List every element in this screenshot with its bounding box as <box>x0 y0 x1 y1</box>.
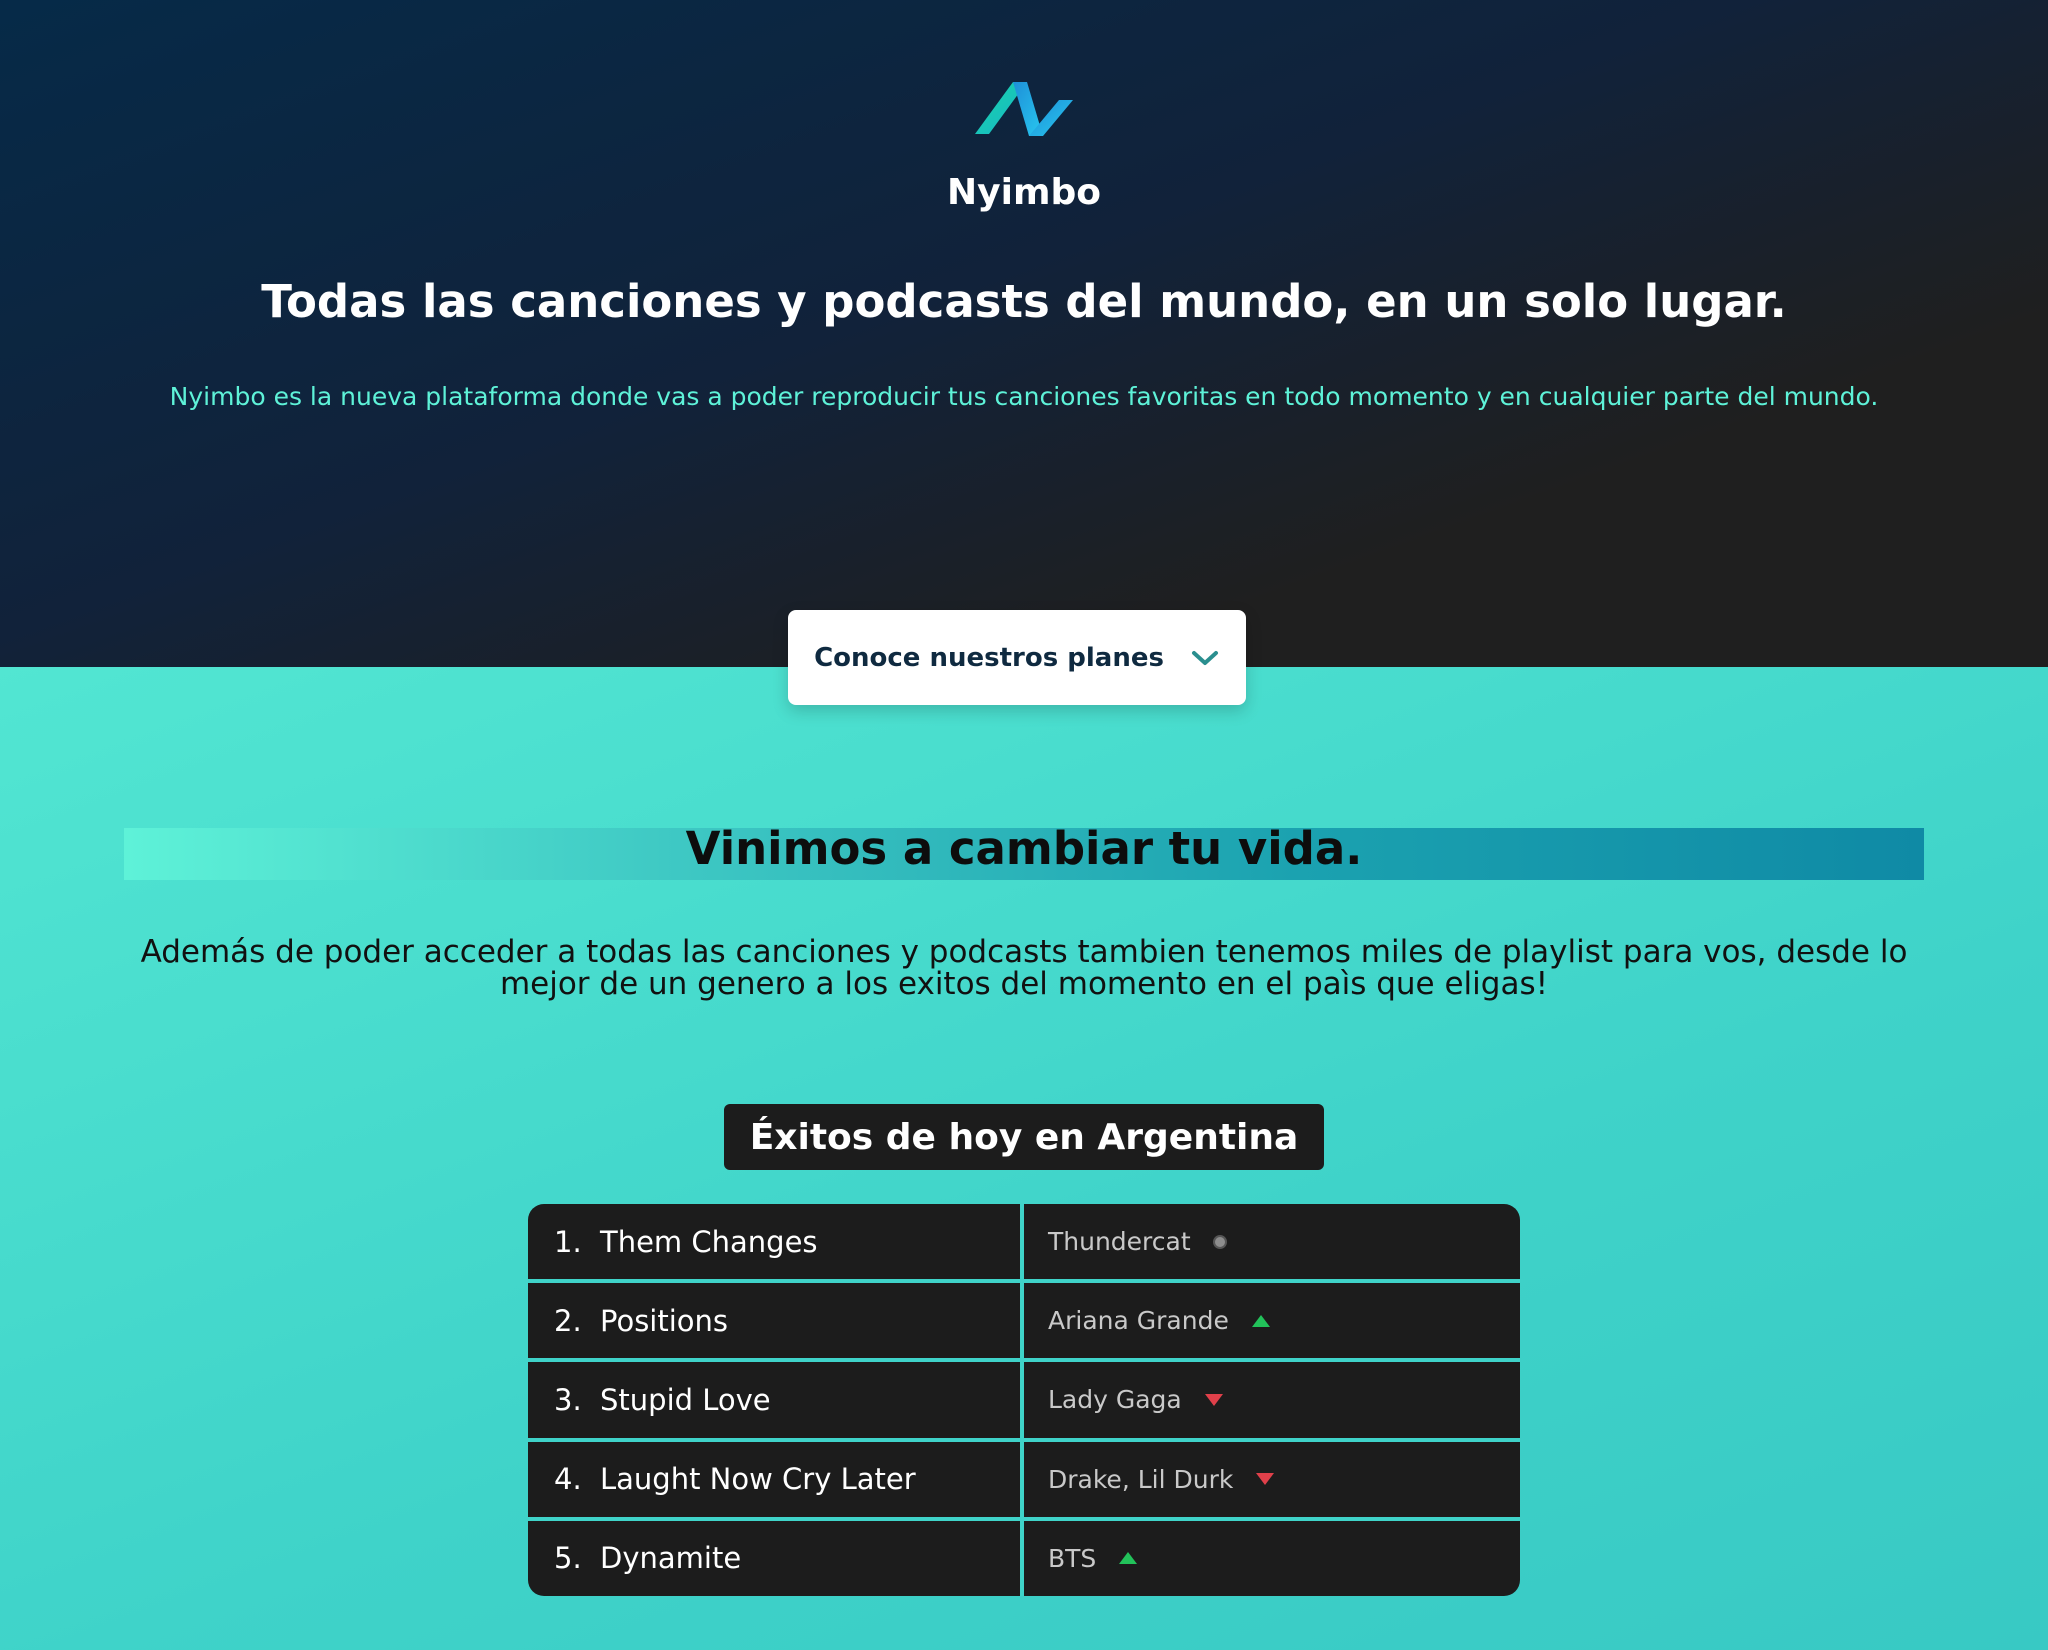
song-cell: 2. Positions <box>528 1283 1020 1359</box>
song-cell: 4. Laught Now Cry Later <box>528 1441 1020 1517</box>
trend-up-icon <box>1251 1314 1270 1327</box>
chevron-down-icon <box>1191 650 1218 665</box>
song-title: Laught Now Cry Later <box>600 1462 916 1497</box>
artist-name: Ariana Grande <box>1048 1306 1229 1336</box>
artist-cell: Lady Gaga <box>1024 1362 1520 1438</box>
neutral-dot-icon <box>1212 1234 1227 1249</box>
plans-button[interactable]: Conoce nuestros planes <box>788 610 1246 705</box>
artist-name: Lady Gaga <box>1048 1385 1182 1415</box>
trend-up-icon <box>1119 1552 1138 1565</box>
song-cell: 1. Them Changes <box>528 1204 1020 1280</box>
artist-name: BTS <box>1048 1543 1097 1573</box>
hero-subtitle: Nyimbo es la nueva plataforma donde vas … <box>169 382 1879 411</box>
table-row[interactable]: 3. Stupid Love Lady Gaga <box>528 1362 1520 1438</box>
artist-cell: Drake, Lil Durk <box>1024 1441 1520 1517</box>
trend-down-icon <box>1204 1393 1223 1406</box>
nyimbo-logo-icon <box>975 82 1073 136</box>
plans-button-label: Conoce nuestros planes <box>814 642 1164 673</box>
hero-title: Todas las canciones y podcasts del mundo… <box>261 275 1787 328</box>
rank: 2. <box>554 1303 582 1338</box>
trend-down-icon <box>1256 1473 1275 1486</box>
section-description: Además de poder acceder a todas las canc… <box>140 934 1908 1002</box>
artist-cell: Ariana Grande <box>1024 1283 1520 1359</box>
artist-cell: Thundercat <box>1024 1204 1520 1280</box>
table-row[interactable]: 5. Dynamite BTS <box>528 1520 1520 1596</box>
section-title: Vinimos a cambiar tu vida. <box>685 822 1363 875</box>
table-row[interactable]: 2. Positions Ariana Grande <box>528 1283 1520 1359</box>
song-title: Positions <box>600 1303 729 1338</box>
table-row[interactable]: 4. Laught Now Cry Later Drake, Lil Durk <box>528 1441 1520 1517</box>
table-row[interactable]: 1. Them Changes Thundercat <box>528 1204 1520 1280</box>
song-title: Dynamite <box>600 1541 742 1576</box>
rank: 4. <box>554 1462 582 1497</box>
rank: 3. <box>554 1382 582 1417</box>
brand-name: Nyimbo <box>947 172 1101 213</box>
song-title: Them Changes <box>600 1224 818 1259</box>
brand-header: Nyimbo <box>0 76 2048 213</box>
chart-title: Éxitos de hoy en Argentina <box>724 1104 1324 1170</box>
rank: 5. <box>554 1541 582 1576</box>
top-songs-table: 1. Them Changes Thundercat 2. Positions … <box>528 1204 1520 1596</box>
song-cell: 5. Dynamite <box>528 1520 1020 1596</box>
artist-cell: BTS <box>1024 1520 1520 1596</box>
song-cell: 3. Stupid Love <box>528 1362 1020 1438</box>
hero-section: Nyimbo Todas las canciones y podcasts de… <box>0 0 2048 667</box>
artist-name: Drake, Lil Durk <box>1048 1464 1234 1494</box>
artist-name: Thundercat <box>1048 1227 1191 1257</box>
song-title: Stupid Love <box>600 1382 771 1417</box>
rank: 1. <box>554 1224 582 1259</box>
